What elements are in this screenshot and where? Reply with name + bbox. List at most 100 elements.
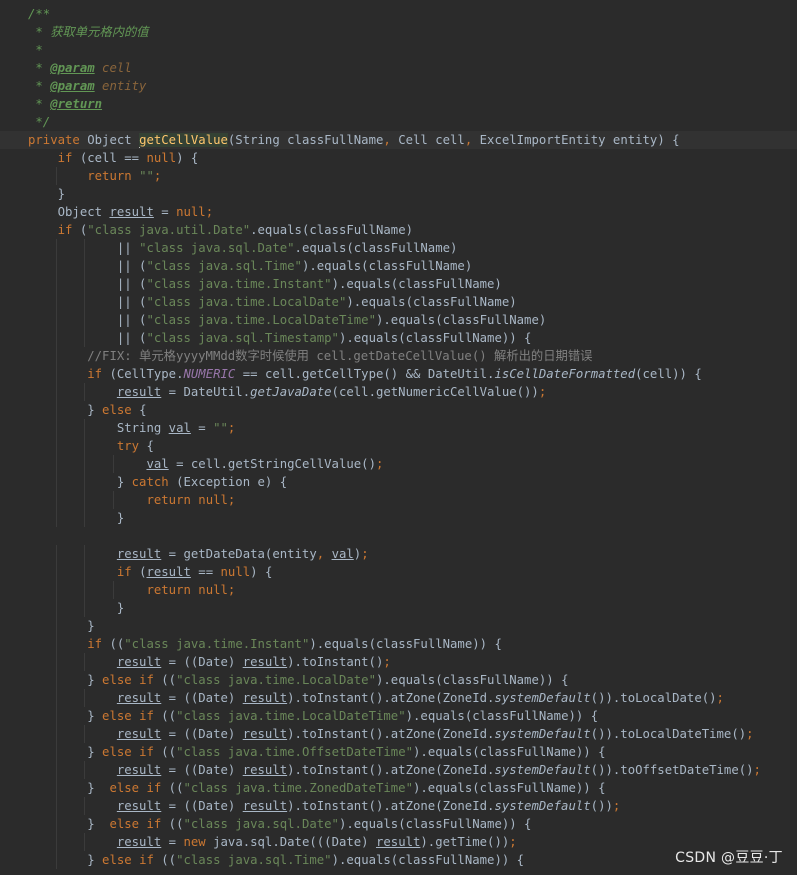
code-token: "" — [213, 421, 228, 435]
code-token: = ((Date) — [161, 763, 243, 777]
code-line[interactable]: * 获取单元格内的值 — [0, 23, 797, 41]
code-line[interactable]: || ("class java.time.Instant").equals(cl… — [0, 275, 797, 293]
code-line[interactable]: * @return — [0, 95, 797, 113]
code-token: result — [116, 835, 162, 849]
indent-guide — [84, 599, 86, 617]
code-line[interactable]: Object result = null; — [0, 203, 797, 221]
code-line[interactable]: } else if (("class java.time.OffsetDateT… — [0, 743, 797, 761]
code-line[interactable]: return null; — [0, 581, 797, 599]
code-token: getCellValue — [139, 133, 228, 147]
code-token: val — [146, 457, 169, 471]
code-token: ; — [538, 385, 547, 399]
code-token: .equals(classFullName) — [294, 241, 458, 255]
code-line[interactable]: } else if (("class java.sql.Date").equal… — [0, 815, 797, 833]
code-token: if — [87, 637, 110, 651]
code-line[interactable]: } else { — [0, 401, 797, 419]
code-line[interactable]: } else if (("class java.time.LocalDateTi… — [0, 707, 797, 725]
code-line[interactable]: result = DateUtil.getJavaDate(cell.getNu… — [0, 383, 797, 401]
indent-guide — [56, 311, 58, 329]
code-line[interactable]: if (result == null) { — [0, 563, 797, 581]
indent-guide — [56, 563, 58, 581]
code-line[interactable]: //FIX: 单元格yyyyMMdd数字时候使用 cell.getDateCel… — [0, 347, 797, 365]
code-line[interactable]: if (("class java.time.Instant").equals(c… — [0, 635, 797, 653]
code-line[interactable]: return null; — [0, 491, 797, 509]
code-token: } — [28, 817, 110, 831]
code-line[interactable]: result = ((Date) result).toInstant().atZ… — [0, 725, 797, 743]
code-line[interactable]: if ("class java.util.Date".equals(classF… — [0, 221, 797, 239]
code-token: (( — [161, 709, 177, 723]
code-line[interactable]: * — [0, 41, 797, 59]
code-line[interactable]: private Object getCellValue(String class… — [0, 131, 797, 149]
indent-guide — [84, 293, 86, 311]
code-token: "class java.sql.Time" — [176, 853, 332, 867]
code-token: ()).toLocalDate() — [590, 691, 717, 705]
indent-guide — [56, 779, 58, 797]
code-token: Object — [28, 205, 110, 219]
code-line[interactable]: */ — [0, 113, 797, 131]
indent-guide — [56, 329, 58, 347]
code-line[interactable]: * @param entity — [0, 77, 797, 95]
code-line[interactable]: result = getDateData(entity, val); — [0, 545, 797, 563]
code-token: ).equals(classFullName) — [346, 295, 517, 309]
code-line[interactable]: result = ((Date) result).toInstant(); — [0, 653, 797, 671]
code-line[interactable]: || ("class java.sql.Timestamp").equals(c… — [0, 329, 797, 347]
code-token: NUMERIC — [183, 367, 236, 381]
indent-guide — [56, 815, 58, 833]
code-line[interactable]: } catch (Exception e) { — [0, 473, 797, 491]
code-line[interactable]: } — [0, 185, 797, 203]
code-token: = cell.getStringCellValue() — [168, 457, 376, 471]
code-line[interactable]: if (CellType.NUMERIC == cell.getCellType… — [0, 365, 797, 383]
code-line[interactable]: } — [0, 509, 797, 527]
code-token: systemDefault — [494, 763, 591, 777]
code-token: null — [176, 205, 206, 219]
code-token: ; — [509, 835, 517, 849]
code-token: ; — [375, 457, 384, 471]
code-editor[interactable]: /** * 获取单元格内的值 * * @param cell * @param … — [0, 5, 797, 875]
code-token: * 获取单元格内的值 — [28, 25, 149, 39]
code-token: result — [116, 385, 162, 399]
code-line[interactable]: if (cell == null) { — [0, 149, 797, 167]
code-line[interactable]: } else if (("class java.time.ZonedDateTi… — [0, 779, 797, 797]
indent-guide — [84, 563, 86, 581]
code-token: = — [190, 421, 214, 435]
code-token: == — [190, 565, 221, 579]
code-line[interactable]: } else if (("class java.time.LocalDate")… — [0, 671, 797, 689]
code-line[interactable]: val = cell.getStringCellValue(); — [0, 455, 797, 473]
code-token: (( — [109, 637, 125, 651]
indent-guide — [84, 275, 86, 293]
code-token: else if — [102, 853, 162, 867]
indent-guide — [56, 383, 58, 401]
indent-guide — [56, 167, 58, 185]
code-token: systemDefault — [494, 691, 591, 705]
code-line[interactable]: String val = ""; — [0, 419, 797, 437]
code-token: String — [28, 421, 169, 435]
code-line[interactable]: /** — [0, 5, 797, 23]
code-token: } — [28, 187, 66, 201]
code-line[interactable]: || ("class java.time.LocalDateTime").equ… — [0, 311, 797, 329]
indent-guide — [56, 401, 58, 419]
code-token: else if — [109, 781, 169, 795]
code-line[interactable]: result = ((Date) result).toInstant().atZ… — [0, 797, 797, 815]
indent-guide — [56, 599, 58, 617]
code-line[interactable]: || "class java.sql.Date".equals(classFul… — [0, 239, 797, 257]
code-token: result — [116, 547, 162, 561]
code-token: java.sql.Date(((Date) — [213, 835, 376, 849]
code-line[interactable]: } — [0, 617, 797, 635]
code-line[interactable]: return ""; — [0, 167, 797, 185]
indent-guide — [56, 743, 58, 761]
code-line[interactable]: try { — [0, 437, 797, 455]
code-line[interactable]: } — [0, 599, 797, 617]
code-line[interactable]: * @param cell — [0, 59, 797, 77]
code-line[interactable]: result = ((Date) result).toInstant().atZ… — [0, 689, 797, 707]
code-line[interactable]: || ("class java.sql.Time").equals(classF… — [0, 257, 797, 275]
code-line[interactable] — [0, 527, 797, 545]
code-line[interactable]: || ("class java.time.LocalDate").equals(… — [0, 293, 797, 311]
code-token: "class java.sql.Date" — [183, 817, 339, 831]
code-token: Object — [87, 133, 140, 147]
code-token: (cell)) { — [635, 367, 702, 381]
code-line[interactable]: result = ((Date) result).toInstant().atZ… — [0, 761, 797, 779]
code-token: else if — [102, 673, 162, 687]
code-token: ).equals(classFullName)) { — [331, 853, 525, 867]
code-token: } — [28, 601, 125, 615]
